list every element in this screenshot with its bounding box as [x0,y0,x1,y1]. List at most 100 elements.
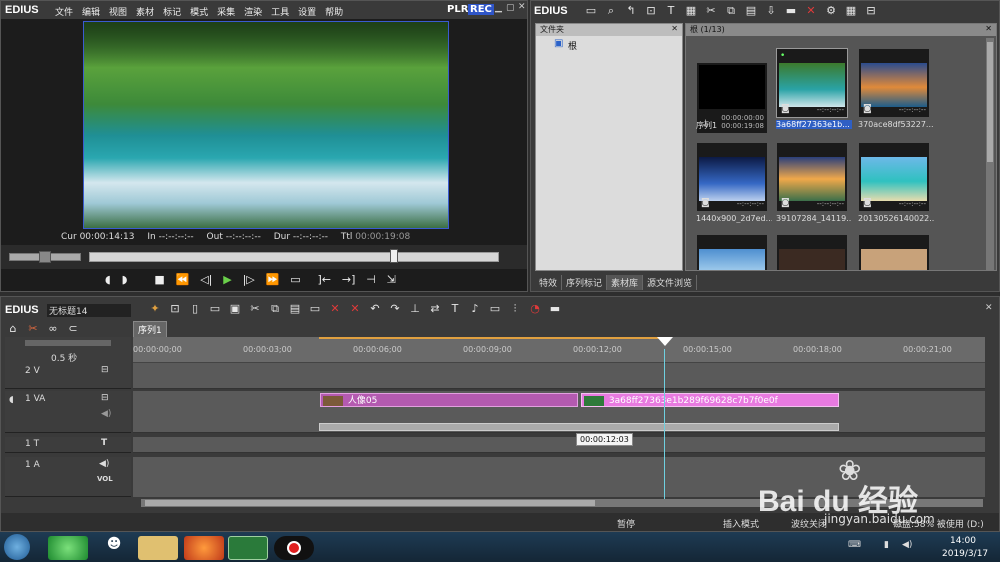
taskbar-app-recorder[interactable] [274,536,314,560]
export-icon[interactable]: ⇲ [387,273,396,286]
shuttle-handle[interactable] [39,251,51,263]
bin-menu-icon[interactable]: ⊟ [863,3,879,19]
paste-icon[interactable]: ▤ [287,301,303,317]
audio-clip-bar[interactable] [319,423,839,431]
root-folder-label[interactable]: 根 [568,39,577,52]
menu-file[interactable]: 文件 [55,8,73,18]
window-maximize-icon[interactable]: ▢ [506,3,515,13]
menu-mode[interactable]: 模式 [190,8,208,18]
track-header-1t[interactable]: 1 T T [5,437,131,453]
up-folder-icon[interactable]: ↰ [623,3,639,19]
folder-icon[interactable]: ▭ [583,3,599,19]
position-slider[interactable] [89,252,499,262]
track-header-1a[interactable]: 1 A ◀) VOL [5,457,131,497]
clip-item[interactable] [696,234,768,270]
loop-icon[interactable]: ▭ [290,273,300,286]
properties-icon[interactable]: ▬ [783,3,799,19]
timeline-ruler[interactable]: 00:00:00;00 00:00:03;00 00:00:06;00 00:0… [133,337,985,363]
group-icon[interactable]: ∞ [45,321,61,337]
tab-source-browser[interactable]: 源文件浏览 [643,275,698,290]
zoom-slider[interactable] [25,340,111,346]
trim-icon[interactable]: ⊣ [366,273,376,286]
clip-item[interactable]: ◙ --:--:--:-- [858,142,930,212]
open-project-icon[interactable]: ⊡ [167,301,183,317]
taskbar-app-360[interactable] [48,536,88,560]
step-back-icon[interactable]: ◁| [200,273,212,286]
step-forward-icon[interactable]: |▷ [243,273,255,286]
folder-tree-close-icon[interactable]: ✕ [671,24,678,33]
new-sequence-icon[interactable]: ✦ [147,301,163,317]
timeline-clip-portrait[interactable]: 人像05 [320,393,578,407]
clip-item[interactable]: ◙ --:--:--:-- [858,48,930,118]
taskbar-app-firefox[interactable] [184,536,224,560]
timeline-scroll-thumb[interactable] [145,500,595,506]
rewind-icon[interactable]: ⏪ [176,273,190,286]
playhead-marker[interactable] [657,337,673,346]
clip-grid-close-icon[interactable]: ✕ [985,24,992,33]
copy-icon[interactable]: ⧉ [267,301,283,317]
replace-icon[interactable]: ▭ [307,301,323,317]
fast-forward-icon[interactable]: ⏩ [266,273,280,286]
copy-icon[interactable]: ⧉ [723,3,739,19]
mixer-icon[interactable]: ⫶ [507,301,523,317]
tray-keyboard-icon[interactable]: ⌨ [848,540,861,550]
overwrite-icon[interactable]: →] [342,273,356,286]
delete-icon[interactable]: ✕ [347,301,363,317]
clock-icon[interactable]: ◔ [527,301,543,317]
track-header-1va[interactable]: ◖ 1 VA ⊟ ◀) [5,391,131,433]
paste-icon[interactable]: ▤ [743,3,759,19]
link-icon[interactable]: ✂ [25,321,41,337]
root-folder-icon[interactable]: ▣ [554,38,563,49]
settings-icon[interactable]: ⚙ [823,3,839,19]
track-header-2v[interactable]: 2 V ⊟ [5,363,131,389]
clip-item-selected[interactable]: • ◙ --:--:--:-- [776,48,848,118]
redo-icon[interactable]: ↷ [387,301,403,317]
add-to-timeline-icon[interactable]: ⇩ [763,3,779,19]
menu-view[interactable]: 视图 [109,8,127,18]
cut-icon[interactable]: ✂ [703,3,719,19]
status-insert-mode[interactable]: 插入模式 [723,517,759,530]
menu-clip[interactable]: 素材 [136,8,154,18]
title-icon[interactable]: T [663,3,679,19]
clip-grid-scroll-thumb[interactable] [987,42,993,162]
window-close-icon[interactable]: ✕ [985,303,993,313]
track-lane-2v[interactable] [133,363,985,389]
track-sync-icon[interactable]: ◖ [9,395,14,405]
clip-item[interactable]: ◙ --:--:--:-- [696,142,768,212]
menu-marker[interactable]: 标记 [163,8,181,18]
play-icon[interactable]: ▶ [223,273,231,286]
sequence-tab[interactable]: 序列1 [133,321,167,338]
render-icon[interactable]: ▭ [487,301,503,317]
sync-lock-icon[interactable]: ⇄ [427,301,443,317]
add-cut-icon[interactable]: ⊥ [407,301,423,317]
new-project-icon[interactable]: ▯ [187,301,203,317]
tray-volume-icon[interactable]: ◀) [902,540,912,550]
capture-icon[interactable]: ▦ [683,3,699,19]
snap-icon[interactable]: ⊂ [65,321,81,337]
set-in-icon[interactable]: ◖ [105,273,111,286]
voice-over-icon[interactable]: ♪ [467,301,483,317]
clip-grid-scrollbar[interactable] [986,38,994,270]
tab-effects[interactable]: 特效 [535,275,563,290]
tab-bin[interactable]: 素材库 [607,275,644,290]
timeline-clip-landscape[interactable]: 3a68ff27363e1b289f69628c7b7f0e0f [581,393,839,407]
save-icon[interactable]: ▣ [227,301,243,317]
delete-icon[interactable]: ✕ [803,3,819,19]
menu-settings[interactable]: 设置 [298,8,316,18]
taskbar-app-qq[interactable]: ☻ [94,536,134,560]
clip-item[interactable] [776,234,848,270]
title-icon[interactable]: T [447,301,463,317]
clip-item[interactable]: ◙ --:--:--:-- [776,142,848,212]
add-clip-icon[interactable]: ⊡ [643,3,659,19]
view-mode-icon[interactable]: ▦ [843,3,859,19]
plr-button[interactable]: PLR [447,4,468,15]
start-button[interactable] [4,534,30,560]
tab-sequence-markers[interactable]: 序列标记 [562,275,608,290]
rec-button[interactable]: REC [468,4,494,15]
window-close-icon[interactable]: ✕ [518,2,526,12]
taskbar-time[interactable]: 14:00 [950,536,976,546]
menu-render[interactable]: 渲染 [244,8,262,18]
taskbar-app-explorer[interactable] [138,536,178,560]
search-icon[interactable]: ⌕ [603,3,619,19]
cut-icon[interactable]: ✂ [247,301,263,317]
